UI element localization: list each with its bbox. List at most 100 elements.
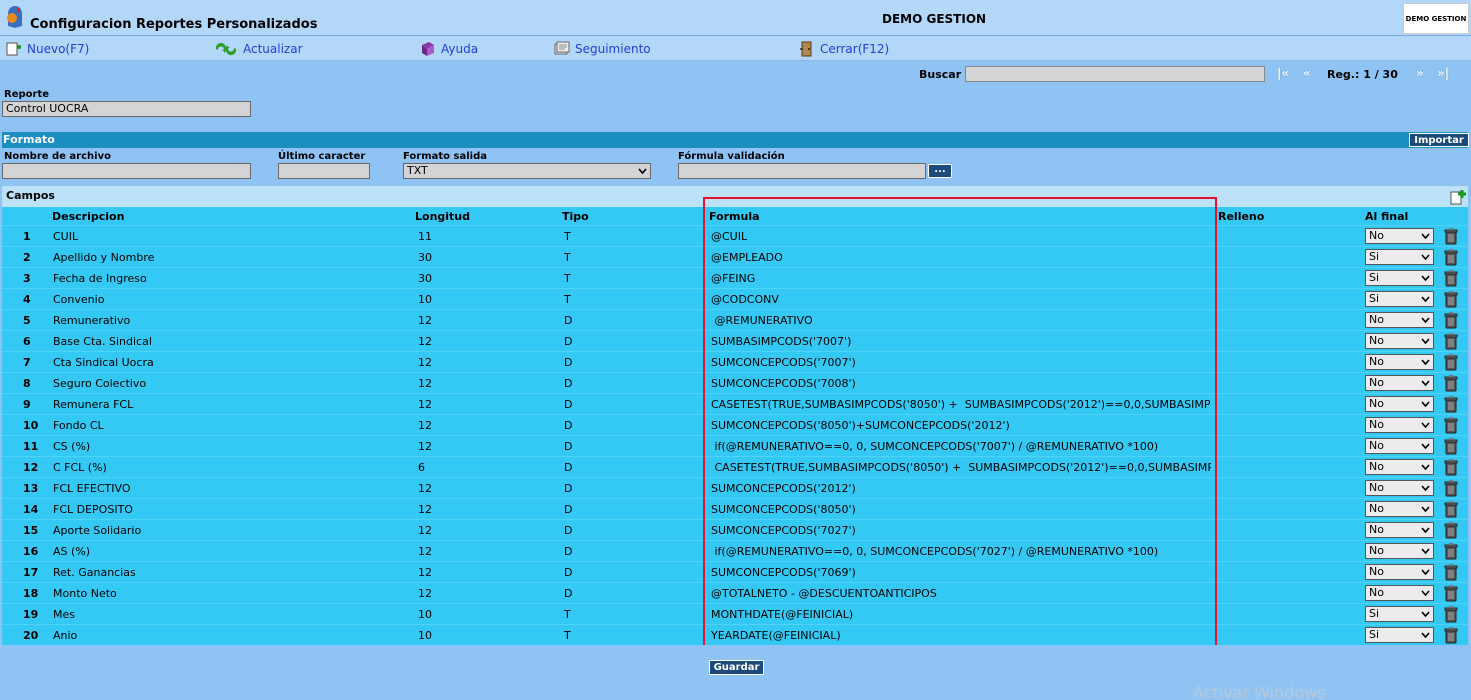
al-final-select[interactable]: Si: [1365, 627, 1434, 643]
row-descripcion[interactable]: AS (%): [53, 545, 403, 558]
al-final-select[interactable]: Si: [1365, 291, 1434, 307]
row-longitud[interactable]: 12: [418, 545, 432, 558]
row-formula[interactable]: @CODCONV: [711, 293, 1211, 306]
cerrar-button[interactable]: Cerrar(F12): [798, 40, 889, 58]
row-tipo[interactable]: D: [564, 545, 572, 558]
row-longitud[interactable]: 12: [418, 503, 432, 516]
row-descripcion[interactable]: Fecha de Ingreso: [53, 272, 403, 285]
al-final-select[interactable]: No: [1365, 459, 1434, 475]
row-formula[interactable]: SUMCONCEPCODS('2012'): [711, 482, 1211, 495]
row-tipo[interactable]: T: [564, 608, 571, 621]
row-formula[interactable]: CASETEST(TRUE,SUMBASIMPCODS('8050') + SU…: [711, 398, 1211, 411]
row-formula[interactable]: if(@REMUNERATIVO==0, 0, SUMCONCEPCODS('7…: [711, 545, 1211, 558]
row-longitud[interactable]: 12: [418, 314, 432, 327]
al-final-select[interactable]: Si: [1365, 606, 1434, 622]
prev-record-button[interactable]: «: [1303, 66, 1311, 80]
search-input[interactable]: [965, 66, 1265, 82]
row-formula[interactable]: @EMPLEADO: [711, 251, 1211, 264]
row-formula[interactable]: SUMCONCEPCODS('8050'): [711, 503, 1211, 516]
ultimo-caracter-field[interactable]: [278, 163, 370, 179]
al-final-select[interactable]: Si: [1365, 249, 1434, 265]
delete-trash-icon[interactable]: [1442, 626, 1460, 644]
row-longitud[interactable]: 10: [418, 629, 432, 642]
row-tipo[interactable]: D: [564, 566, 572, 579]
row-tipo[interactable]: D: [564, 524, 572, 537]
nuevo-button[interactable]: Nuevo(F7): [5, 40, 89, 58]
row-longitud[interactable]: 11: [418, 230, 432, 243]
al-final-select[interactable]: No: [1365, 438, 1434, 454]
row-tipo[interactable]: D: [564, 398, 572, 411]
row-tipo[interactable]: T: [564, 251, 571, 264]
formato-salida-select[interactable]: TXT: [403, 163, 651, 179]
row-longitud[interactable]: 12: [418, 482, 432, 495]
al-final-select[interactable]: No: [1365, 354, 1434, 370]
al-final-select[interactable]: Si: [1365, 270, 1434, 286]
row-descripcion[interactable]: Cta Sindical Uocra: [53, 356, 403, 369]
row-tipo[interactable]: D: [564, 314, 572, 327]
last-record-button[interactable]: »|: [1437, 66, 1449, 80]
delete-trash-icon[interactable]: [1442, 563, 1460, 581]
row-descripcion[interactable]: FCL DEPOSITO: [53, 503, 403, 516]
al-final-select[interactable]: No: [1365, 585, 1434, 601]
add-field-icon[interactable]: [1449, 188, 1467, 206]
row-longitud[interactable]: 10: [418, 293, 432, 306]
row-tipo[interactable]: T: [564, 272, 571, 285]
row-descripcion[interactable]: Ret. Ganancias: [53, 566, 403, 579]
delete-trash-icon[interactable]: [1442, 458, 1460, 476]
row-descripcion[interactable]: Mes: [53, 608, 403, 621]
delete-trash-icon[interactable]: [1442, 395, 1460, 413]
row-formula[interactable]: @REMUNERATIVO: [711, 314, 1211, 327]
row-longitud[interactable]: 12: [418, 356, 432, 369]
row-tipo[interactable]: D: [564, 356, 572, 369]
delete-trash-icon[interactable]: [1442, 542, 1460, 560]
row-formula[interactable]: if(@REMUNERATIVO==0, 0, SUMCONCEPCODS('7…: [711, 440, 1211, 453]
delete-trash-icon[interactable]: [1442, 521, 1460, 539]
delete-trash-icon[interactable]: [1442, 584, 1460, 602]
row-longitud[interactable]: 12: [418, 398, 432, 411]
al-final-select[interactable]: No: [1365, 375, 1434, 391]
row-formula[interactable]: SUMCONCEPCODS('7027'): [711, 524, 1211, 537]
delete-trash-icon[interactable]: [1442, 269, 1460, 287]
al-final-select[interactable]: No: [1365, 396, 1434, 412]
row-formula[interactable]: MONTHDATE(@FEINICIAL): [711, 608, 1211, 621]
row-descripcion[interactable]: Remunerativo: [53, 314, 403, 327]
importar-button[interactable]: Importar: [1409, 133, 1469, 147]
row-descripcion[interactable]: Seguro Colectivo: [53, 377, 403, 390]
row-tipo[interactable]: D: [564, 377, 572, 390]
row-descripcion[interactable]: Monto Neto: [53, 587, 403, 600]
row-descripcion[interactable]: Base Cta. Sindical: [53, 335, 403, 348]
nombre-archivo-field[interactable]: [2, 163, 251, 179]
formula-validacion-field[interactable]: [678, 163, 926, 179]
al-final-select[interactable]: No: [1365, 522, 1434, 538]
row-tipo[interactable]: D: [564, 335, 572, 348]
row-tipo[interactable]: D: [564, 461, 572, 474]
delete-trash-icon[interactable]: [1442, 374, 1460, 392]
row-tipo[interactable]: T: [564, 629, 571, 642]
row-formula[interactable]: YEARDATE(@FEINICIAL): [711, 629, 1211, 642]
al-final-select[interactable]: No: [1365, 501, 1434, 517]
delete-trash-icon[interactable]: [1442, 227, 1460, 245]
row-longitud[interactable]: 30: [418, 272, 432, 285]
row-longitud[interactable]: 12: [418, 587, 432, 600]
al-final-select[interactable]: No: [1365, 312, 1434, 328]
al-final-select[interactable]: No: [1365, 228, 1434, 244]
reporte-field[interactable]: Control UOCRA: [2, 101, 251, 117]
row-formula[interactable]: @CUIL: [711, 230, 1211, 243]
row-descripcion[interactable]: Anio: [53, 629, 403, 642]
al-final-select[interactable]: No: [1365, 543, 1434, 559]
delete-trash-icon[interactable]: [1442, 353, 1460, 371]
row-tipo[interactable]: T: [564, 293, 571, 306]
delete-trash-icon[interactable]: [1442, 605, 1460, 623]
row-descripcion[interactable]: Fondo CL: [53, 419, 403, 432]
row-longitud[interactable]: 12: [418, 377, 432, 390]
row-formula[interactable]: CASETEST(TRUE,SUMBASIMPCODS('8050') + SU…: [711, 461, 1211, 474]
delete-trash-icon[interactable]: [1442, 248, 1460, 266]
al-final-select[interactable]: No: [1365, 417, 1434, 433]
row-formula[interactable]: SUMBASIMPCODS('7007'): [711, 335, 1211, 348]
row-descripcion[interactable]: CS (%): [53, 440, 403, 453]
row-descripcion[interactable]: Apellido y Nombre: [53, 251, 403, 264]
row-descripcion[interactable]: FCL EFECTIVO: [53, 482, 403, 495]
row-formula[interactable]: @TOTALNETO - @DESCUENTOANTICIPOS: [711, 587, 1211, 600]
row-formula[interactable]: SUMCONCEPCODS('7008'): [711, 377, 1211, 390]
row-formula[interactable]: SUMCONCEPCODS('7069'): [711, 566, 1211, 579]
